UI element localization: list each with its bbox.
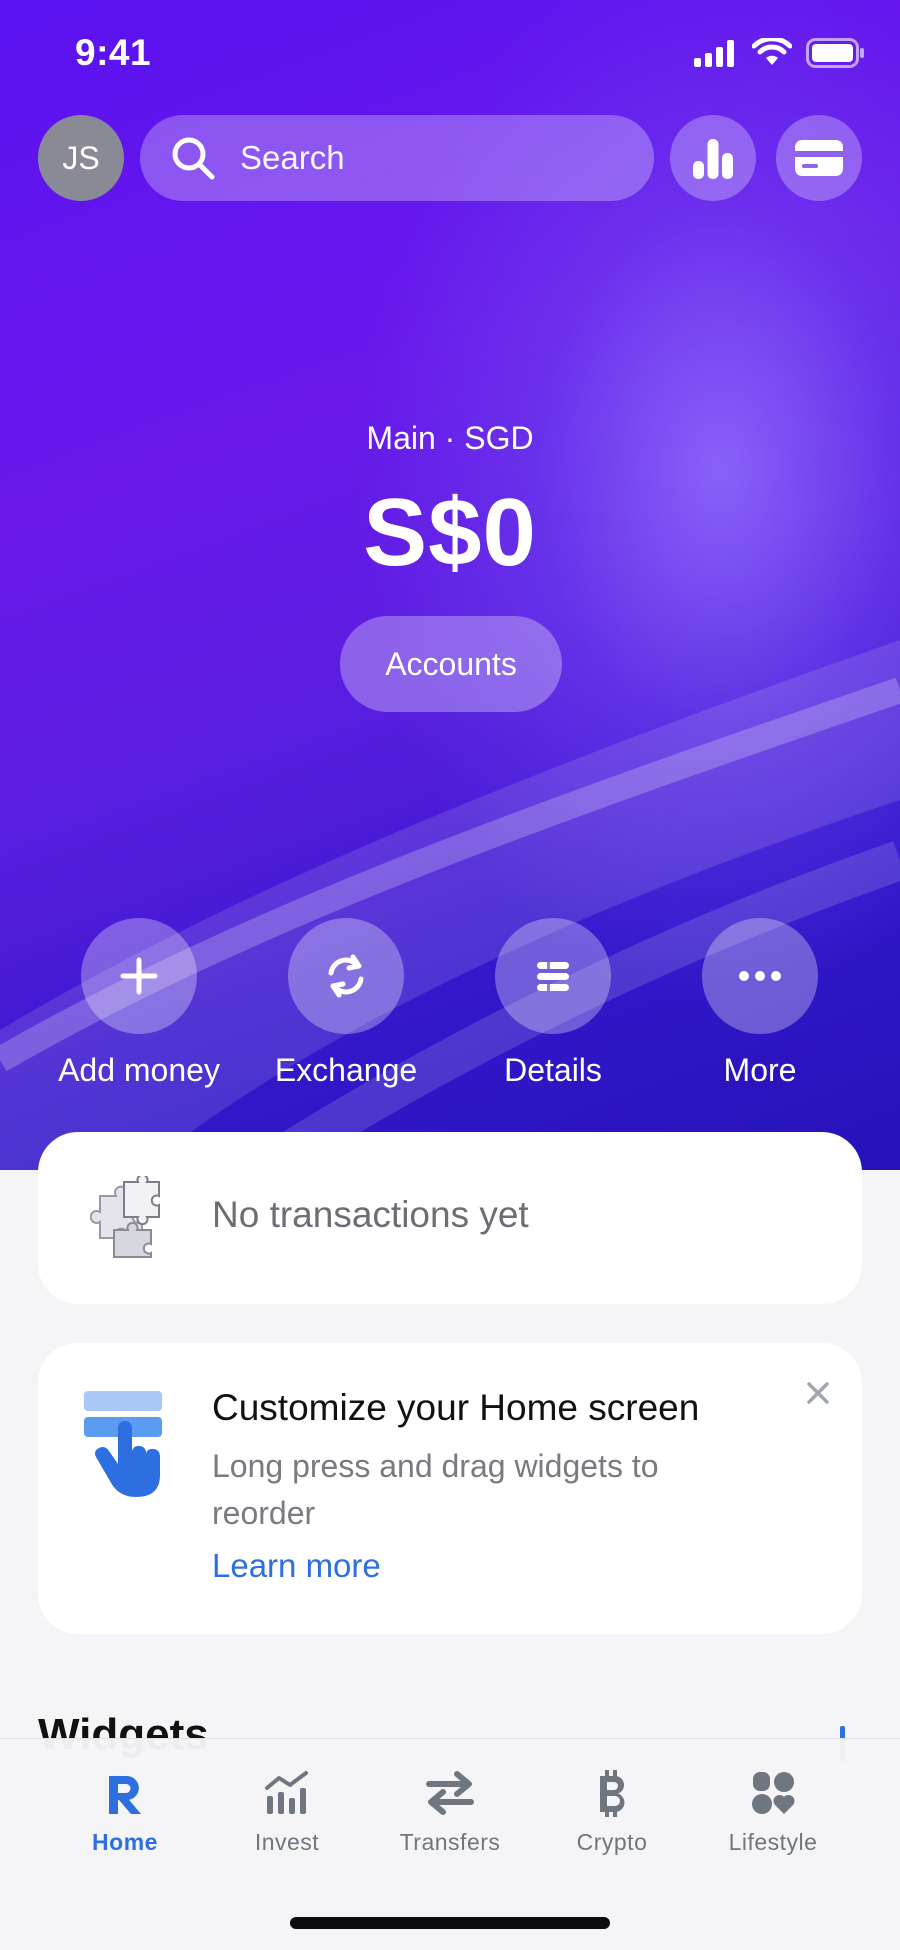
more-button[interactable]: More <box>660 918 860 1089</box>
accounts-button[interactable]: Accounts <box>340 616 562 712</box>
close-icon <box>807 1382 829 1404</box>
balance-amount[interactable]: S$0 <box>0 478 900 588</box>
customize-title: Customize your Home screen <box>212 1387 700 1428</box>
details-icon <box>537 962 569 991</box>
tab-invest[interactable]: Invest <box>202 1765 372 1856</box>
drag-hand-icon <box>84 1391 162 1497</box>
top-bar: JS Search <box>0 115 900 201</box>
plus-icon <box>120 957 158 995</box>
customize-home-card[interactable]: Customize your Home screen Long press an… <box>38 1343 862 1634</box>
customize-description: Long press and drag widgets to reorder <box>212 1448 659 1531</box>
analytics-button[interactable] <box>670 115 756 201</box>
exchange-button[interactable]: Exchange <box>246 918 446 1089</box>
puzzle-icon <box>90 1176 160 1258</box>
tab-crypto[interactable]: Crypto <box>527 1765 697 1856</box>
status-bar: 9:41 <box>0 0 900 110</box>
tab-lifestyle[interactable]: Lifestyle <box>688 1765 858 1856</box>
search-placeholder: Search <box>240 139 345 176</box>
status-time: 9:41 <box>75 32 152 73</box>
details-button[interactable]: Details <box>453 918 653 1089</box>
tab-transfers-label: Transfers <box>399 1829 501 1855</box>
close-button[interactable] <box>798 1373 838 1413</box>
transfers-arrows-icon <box>426 1771 474 1815</box>
home-indicator <box>290 1917 610 1929</box>
revolut-logo-icon <box>109 1776 141 1814</box>
exchange-label: Exchange <box>274 1052 418 1088</box>
lifestyle-icon <box>752 1772 795 1814</box>
cellular-signal-icon <box>694 40 734 67</box>
tab-invest-label: Invest <box>254 1829 320 1855</box>
learn-more-link[interactable]: Learn more <box>212 1547 381 1585</box>
add-money-button[interactable]: Add money <box>39 918 239 1089</box>
battery-icon <box>806 38 864 68</box>
card-icon <box>795 140 843 176</box>
more-label: More <box>723 1052 797 1088</box>
search-icon <box>172 137 215 180</box>
tab-home-label: Home <box>92 1829 158 1855</box>
avatar[interactable]: JS <box>38 115 124 201</box>
cards-button[interactable] <box>776 115 862 201</box>
add-money-label: Add money <box>58 1052 220 1088</box>
tab-transfers[interactable]: Transfers <box>365 1765 535 1856</box>
more-icon <box>739 971 781 981</box>
search-input[interactable]: Search <box>140 115 654 201</box>
tab-lifestyle-label: Lifestyle <box>728 1829 818 1855</box>
balance-account-label: Main · SGD <box>366 420 534 456</box>
invest-chart-icon <box>265 1771 308 1814</box>
transactions-card[interactable]: No transactions yet <box>38 1132 862 1304</box>
tab-home[interactable]: Home <box>40 1765 210 1856</box>
details-label: Details <box>504 1052 602 1088</box>
tab-crypto-label: Crypto <box>576 1829 648 1855</box>
bitcoin-icon <box>600 1770 625 1817</box>
exchange-icon <box>328 954 364 998</box>
wifi-icon <box>752 38 792 65</box>
no-transactions-text: No transactions yet <box>212 1194 529 1235</box>
bar-chart-icon <box>693 139 733 179</box>
